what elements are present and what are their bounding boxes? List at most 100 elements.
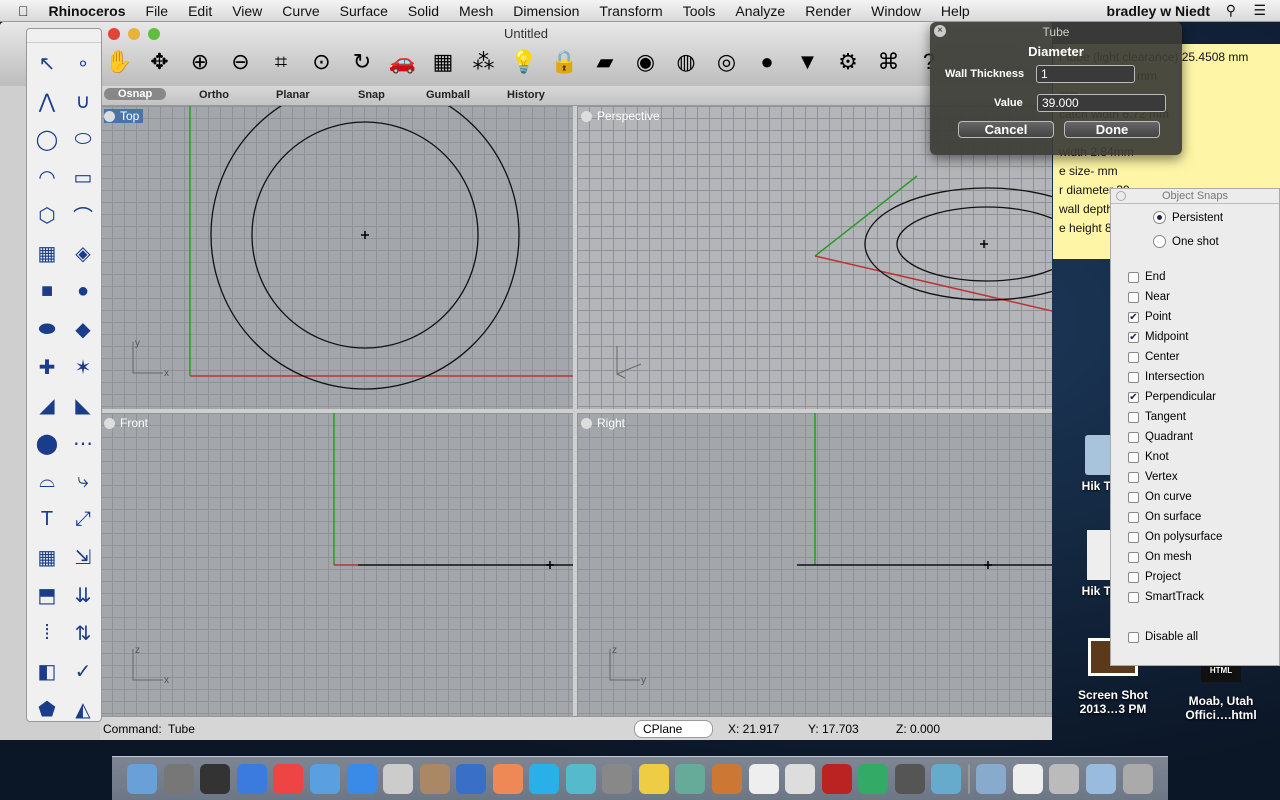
circle-tool-icon[interactable]: ◯ <box>29 121 65 157</box>
snap-tangent[interactable]: Tangent <box>1128 411 1186 423</box>
snap-near[interactable]: Near <box>1128 291 1170 303</box>
checkbox[interactable] <box>1128 411 1139 423</box>
wall-thickness-input[interactable] <box>1036 65 1135 83</box>
light-icon[interactable]: 💡 <box>509 46 539 78</box>
app-store-dock-icon[interactable] <box>346 763 377 794</box>
hand-icon[interactable]: ✋ <box>104 46 134 78</box>
snap-quadrant[interactable]: Quadrant <box>1128 431 1193 443</box>
value-input[interactable] <box>1037 94 1166 112</box>
user-menu[interactable]: bradley w Niedt <box>1097 3 1220 19</box>
point-tool-icon[interactable]: ∘ <box>65 45 101 81</box>
checkbox[interactable] <box>1128 431 1139 443</box>
gumball-toggle[interactable]: Gumball <box>426 89 470 101</box>
menu-file[interactable]: File <box>136 3 179 19</box>
checkbox[interactable] <box>1128 451 1139 463</box>
checkbox[interactable] <box>1128 351 1139 363</box>
snap-mode-persistent[interactable]: Persistent <box>1153 211 1223 224</box>
align-tool-icon[interactable]: ⇅ <box>65 615 101 651</box>
move-icon[interactable]: ✥ <box>145 46 175 78</box>
sphere-tool-icon[interactable]: ● <box>65 273 101 309</box>
trash-dock-icon[interactable] <box>1122 763 1153 794</box>
join-tool-icon[interactable]: ✚ <box>29 349 65 385</box>
apple-menu-icon[interactable]:  <box>0 3 39 19</box>
menu-surface[interactable]: Surface <box>330 3 398 19</box>
paint-tool-icon[interactable]: ◭ <box>65 691 101 727</box>
array-tool-icon[interactable]: ▦ <box>29 539 65 575</box>
menu-help[interactable]: Help <box>931 3 980 19</box>
color-icon[interactable]: ◉ <box>631 46 661 78</box>
zoom-selected-icon[interactable]: ⊙ <box>307 46 337 78</box>
text-tool-icon[interactable]: T <box>29 501 65 537</box>
menu-tools[interactable]: Tools <box>673 3 726 19</box>
snap-on-polysurface[interactable]: On polysurface <box>1128 531 1222 543</box>
dimension-tool-icon[interactable]: ⇊ <box>65 577 101 613</box>
downloads-dock-icon[interactable] <box>1086 763 1117 794</box>
checkbox[interactable] <box>1128 291 1139 303</box>
snap-smarttrack[interactable]: SmartTrack <box>1128 591 1204 603</box>
viewport-front[interactable]: Front zx <box>100 413 573 716</box>
boolean-tool-icon[interactable]: ⬤ <box>29 425 65 461</box>
snap-on-mesh[interactable]: On mesh <box>1128 551 1192 563</box>
checkbox[interactable] <box>1128 511 1139 523</box>
snap-on-curve[interactable]: On curve <box>1128 491 1192 503</box>
osnap-toggle[interactable]: Osnap <box>104 88 167 100</box>
checkbox[interactable] <box>1128 471 1139 483</box>
scale-tool-icon[interactable]: ⇲ <box>65 539 101 575</box>
cancel-button[interactable]: Cancel <box>958 121 1054 138</box>
checkbox[interactable] <box>1128 531 1139 543</box>
snap-on-surface[interactable]: On surface <box>1128 511 1201 523</box>
surface-edge-tool-icon[interactable]: ◈ <box>65 235 101 271</box>
iphoto-dock-icon[interactable] <box>675 763 706 794</box>
snap-end[interactable]: End <box>1128 271 1165 283</box>
menu-transform[interactable]: Transform <box>589 3 672 19</box>
render-sphere-icon[interactable]: ● <box>752 46 782 78</box>
menu-edit[interactable]: Edit <box>178 3 222 19</box>
app-menu[interactable]: Rhinoceros <box>39 3 136 19</box>
rotate-view-icon[interactable]: ↻ <box>347 46 377 78</box>
list-icon[interactable]: ☰ <box>1243 2 1276 19</box>
menu-analyze[interactable]: Analyze <box>725 3 795 19</box>
chrome-dock-icon[interactable] <box>273 763 304 794</box>
snap-point[interactable]: ✔ Point <box>1128 311 1171 323</box>
spotlight-icon[interactable]: ⚲ <box>1216 2 1246 19</box>
select-tool-icon[interactable]: ↖ <box>29 45 65 81</box>
menu-mesh[interactable]: Mesh <box>449 3 503 19</box>
mirror-tool-icon[interactable]: ◧ <box>29 653 65 689</box>
mesh-sphere-icon[interactable]: ◎ <box>712 46 742 78</box>
menu-render[interactable]: Render <box>795 3 861 19</box>
word-dock-icon[interactable] <box>456 763 487 794</box>
array-grid-tool-icon[interactable]: ⁞ <box>29 615 65 651</box>
desktop-icon[interactable]: HTML Moab, Utah Offici….html <box>1176 666 1266 722</box>
migration-dock-icon[interactable] <box>419 763 450 794</box>
checkbox[interactable] <box>1128 491 1139 503</box>
planar-toggle[interactable]: Planar <box>276 89 310 101</box>
safari-dock-icon[interactable] <box>310 763 340 794</box>
trim-tool-icon[interactable]: ◢ <box>29 387 65 423</box>
folder-dock-icon[interactable] <box>976 763 1007 794</box>
garageband-dock-icon[interactable] <box>712 763 743 794</box>
snap-disable-all[interactable]: Disable all <box>1128 631 1198 643</box>
extrude-tool-icon[interactable]: ⬒ <box>29 577 65 613</box>
snap-perpendicular[interactable]: ✔ Perpendicular <box>1128 391 1216 403</box>
snap-mode-one-shot[interactable]: One shot <box>1153 235 1219 248</box>
system-preferences-dock-icon[interactable] <box>602 763 633 794</box>
zoom-window-icon[interactable]: ⊖ <box>226 46 256 78</box>
photo-booth-dock-icon[interactable] <box>821 763 852 794</box>
snap-vertex[interactable]: Vertex <box>1128 471 1178 483</box>
radio-button[interactable] <box>1153 235 1166 248</box>
viewport-right[interactable]: Right zy <box>577 413 1052 716</box>
ellipse-tool-icon[interactable]: ⬭ <box>65 121 101 157</box>
boolean-split-tool-icon[interactable]: ⋯ <box>65 425 101 461</box>
cone-icon[interactable]: ▼ <box>793 46 823 78</box>
grid-icon[interactable]: ▦ <box>428 46 458 78</box>
gear-icon[interactable]: ⚙ <box>833 46 863 78</box>
checkbox[interactable] <box>1128 271 1139 283</box>
checkbox[interactable]: ✔ <box>1128 311 1139 323</box>
fillet-tool-icon[interactable]: ⌒ <box>65 197 101 233</box>
itunes-dock-icon[interactable] <box>236 763 267 794</box>
arc-tool-icon[interactable]: ◠ <box>29 159 65 195</box>
stickies-dock-icon[interactable] <box>638 763 669 794</box>
polygon-tool-icon[interactable]: ⬡ <box>29 197 65 233</box>
checkbox[interactable]: ✔ <box>1128 331 1139 343</box>
history-toggle[interactable]: History <box>507 89 545 101</box>
